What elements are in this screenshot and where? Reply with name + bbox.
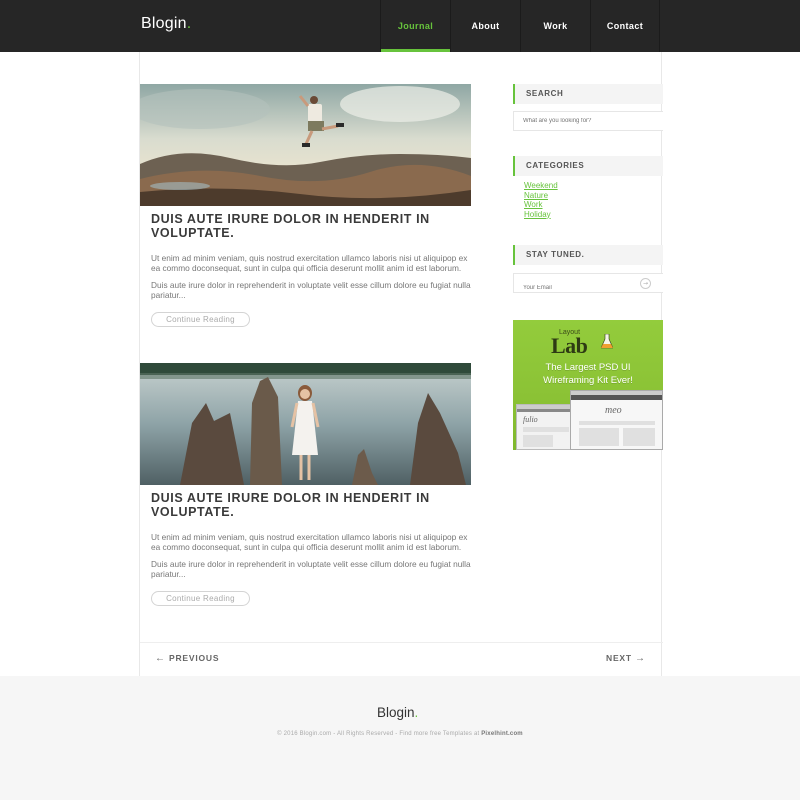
- arrow-right-icon[interactable]: →: [640, 278, 651, 289]
- arrow-right-icon: →: [635, 653, 646, 664]
- logo-dot: .: [186, 15, 192, 32]
- footer-copyright: © 2016 Blogin.com - All Rights Reserved …: [0, 731, 800, 737]
- footer-logo-dot: .: [414, 705, 419, 720]
- post-excerpt-2: Duis aute irure dolor in reprehenderit i…: [151, 280, 471, 300]
- main-nav: Journal About Work Contact: [380, 0, 660, 52]
- pagination: ← PREVIOUS NEXT →: [140, 642, 663, 676]
- photo-woman-lake-icon[interactable]: [140, 363, 471, 485]
- blog-post: DUIS AUTE IRURE DOLOR IN HENDERIT IN VOL…: [140, 84, 471, 327]
- ad-screenshot-right: meo: [570, 390, 663, 450]
- post-title[interactable]: DUIS AUTE IRURE DOLOR IN HENDERIT IN VOL…: [151, 491, 471, 519]
- continue-reading-button[interactable]: Continue Reading: [151, 312, 250, 327]
- category-link-holiday[interactable]: Holiday: [524, 210, 558, 220]
- previous-label: PREVIOUS: [168, 653, 220, 663]
- arrow-left-icon: ←: [155, 653, 166, 664]
- ad-screenshot-left: fulio: [516, 404, 576, 450]
- nav-item-contact[interactable]: Contact: [590, 0, 660, 52]
- content-container: DUIS AUTE IRURE DOLOR IN HENDERIT IN VOL…: [139, 52, 663, 676]
- category-link-weekend[interactable]: Weekend: [524, 181, 558, 191]
- newsletter-form: →: [513, 273, 663, 297]
- post-title[interactable]: DUIS AUTE IRURE DOLOR IN HENDERIT IN VOL…: [151, 212, 471, 240]
- nav-item-work[interactable]: Work: [520, 0, 590, 52]
- flask-icon: [601, 334, 613, 349]
- email-field[interactable]: [514, 279, 634, 297]
- footer-logo[interactable]: Blogin.: [377, 705, 418, 720]
- search-widget-heading: SEARCH: [513, 84, 663, 104]
- site-footer: Blogin. © 2016 Blogin.com - All Rights R…: [0, 676, 800, 800]
- photo-jumping-person-icon[interactable]: [140, 84, 471, 206]
- post-excerpt: Ut enim ad minim veniam, quis nostrud ex…: [151, 532, 468, 552]
- logo-text: Blogin: [141, 15, 187, 32]
- continue-reading-button[interactable]: Continue Reading: [151, 591, 250, 606]
- ad-screen2-logo: meo: [605, 405, 622, 416]
- newsletter-widget-heading: STAY TUNED.: [513, 245, 663, 265]
- search-input[interactable]: [513, 111, 663, 131]
- copyright-text: © 2016 Blogin.com - All Rights Reserved …: [277, 731, 480, 737]
- nav-item-about[interactable]: About: [450, 0, 520, 52]
- credit-link[interactable]: Pixelhint.com: [481, 731, 523, 737]
- post-excerpt-2: Duis aute irure dolor in reprehenderit i…: [151, 559, 471, 579]
- post-excerpt: Ut enim ad minim veniam, quis nostrud ex…: [151, 253, 468, 273]
- ad-screen1-logo: fulio: [523, 415, 538, 424]
- category-link-nature[interactable]: Nature: [524, 191, 558, 201]
- next-page-link[interactable]: NEXT →: [606, 653, 646, 664]
- ad-big-text: Lab: [551, 333, 588, 358]
- category-list: Weekend Nature Work Holiday: [524, 181, 558, 219]
- nav-item-journal[interactable]: Journal: [380, 0, 450, 52]
- layout-lab-ad-banner[interactable]: Layout Lab The Largest PSD UI Wireframin…: [513, 320, 663, 450]
- categories-widget-heading: CATEGORIES: [513, 156, 663, 176]
- category-link-work[interactable]: Work: [524, 200, 558, 210]
- ad-tagline: The Largest PSD UI Wireframing Kit Ever!: [543, 362, 633, 386]
- blog-post: DUIS AUTE IRURE DOLOR IN HENDERIT IN VOL…: [140, 363, 471, 606]
- site-logo[interactable]: Blogin.: [141, 15, 191, 33]
- footer-logo-text: Blogin: [377, 705, 415, 720]
- next-label: NEXT: [606, 653, 632, 663]
- site-header: Blogin. Journal About Work Contact: [0, 0, 800, 52]
- previous-page-link[interactable]: ← PREVIOUS: [155, 653, 219, 664]
